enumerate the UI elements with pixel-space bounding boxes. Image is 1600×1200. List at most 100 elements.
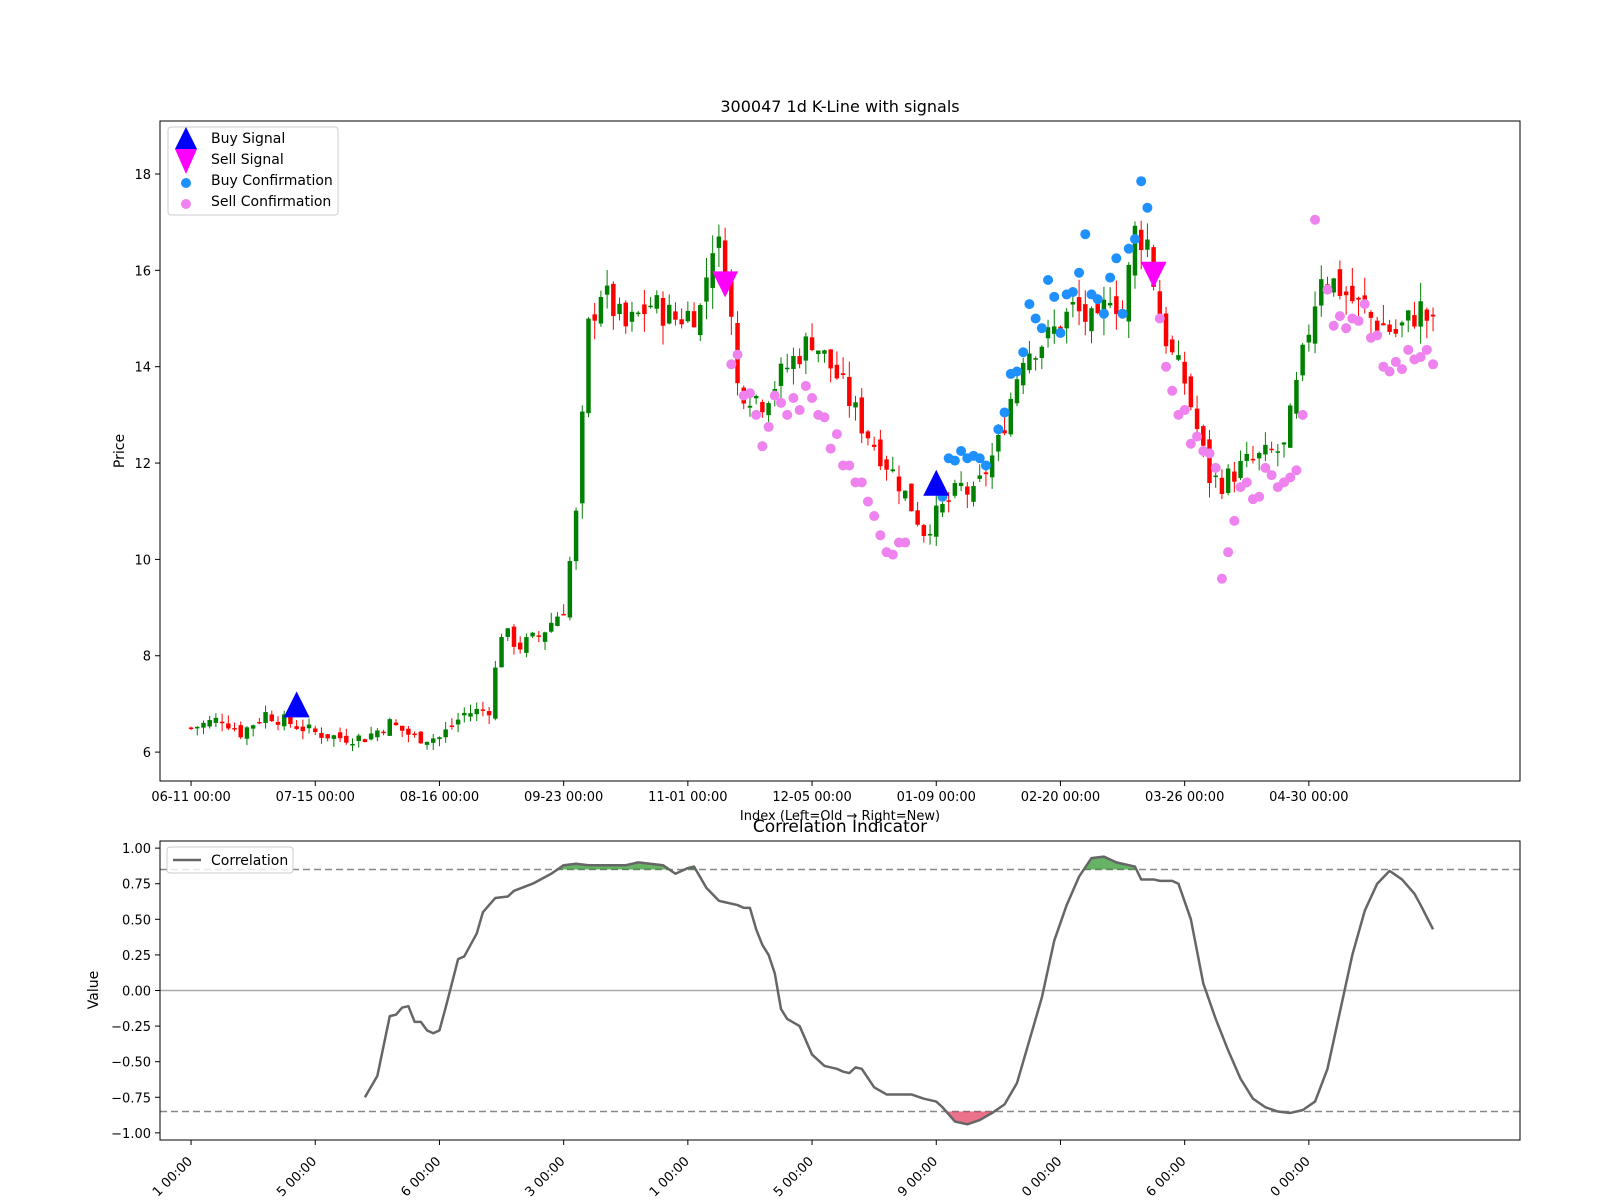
candle-body <box>1194 408 1200 430</box>
correlation-y-tick-label: 1.00 <box>122 842 151 857</box>
candle-body <box>884 459 889 470</box>
buy-confirmation-point <box>1049 291 1060 302</box>
candle-body <box>1294 379 1299 414</box>
candle-body <box>1399 322 1405 326</box>
buy-confirmation-point <box>1098 308 1109 319</box>
candle-body <box>499 637 504 668</box>
candle-body <box>1374 320 1380 331</box>
kline-y-tick-label: 12 <box>134 457 151 472</box>
candle-body <box>1027 353 1032 371</box>
sell-confirmation-point <box>1216 573 1227 584</box>
legend-buy-signal-label: Buy Signal <box>211 131 285 147</box>
correlation-y-tick-label: −0.25 <box>111 1020 151 1035</box>
correlation-y-axis: 1.00 0.75 0.50 0.25 0.00 −0.25 −0.50 −0.75 −1.00 <box>111 842 160 1142</box>
candle-body <box>909 483 914 512</box>
correlation-x-tick-label: 3 00:00 <box>523 1154 569 1200</box>
sell-confirmation-point <box>1421 344 1432 355</box>
candle-body <box>940 504 945 513</box>
kline-y-tick-label: 16 <box>134 264 151 279</box>
sell-confirmation-point <box>1229 515 1240 526</box>
candle-body <box>1418 301 1423 327</box>
candle-body <box>666 304 672 324</box>
sell-confirmation-point <box>807 393 818 404</box>
candle-body <box>1250 458 1256 461</box>
kline-y-tick-label: 10 <box>134 553 151 568</box>
sell-confirmation-point <box>1397 364 1408 375</box>
candle-body <box>1306 334 1312 343</box>
candle-body <box>455 719 461 725</box>
buy-confirmation-point <box>1055 327 1066 338</box>
candle-body <box>393 722 399 726</box>
candle-body <box>294 726 299 729</box>
candle-body <box>890 469 896 472</box>
correlation-y-tick-label: 0.00 <box>122 985 151 1000</box>
candle-body <box>387 719 393 736</box>
candle-body <box>660 298 666 326</box>
sell-confirmation-point <box>794 405 805 416</box>
candle-body <box>1387 324 1392 332</box>
sell-confirmation-point <box>1353 315 1364 326</box>
candle-body <box>1232 471 1237 482</box>
candle-body <box>542 632 548 642</box>
candle-body <box>1319 279 1324 306</box>
buy-confirmation-point <box>1123 243 1134 254</box>
candle-body <box>1300 344 1305 376</box>
legend-sell-confirmation-marker <box>181 199 191 209</box>
candle-body <box>511 626 517 647</box>
candle-body <box>244 727 250 739</box>
candle-body <box>1207 439 1212 484</box>
sell-confirmation-point <box>875 530 886 541</box>
candle-body <box>350 743 355 746</box>
correlation-y-tick-label: 0.50 <box>122 913 151 928</box>
candle-body <box>480 709 486 711</box>
correlation-x-tick-label: 6 00:00 <box>1144 1154 1190 1200</box>
sell-confirmation-point <box>1154 313 1165 324</box>
buy-signal-marker <box>283 691 310 718</box>
candle-body <box>642 304 647 315</box>
candle-body <box>679 319 684 325</box>
candle-body <box>1176 355 1181 360</box>
candle-body <box>1064 311 1069 329</box>
sell-confirmation-point <box>1241 477 1252 488</box>
sell-confirmation-point <box>1310 214 1321 225</box>
candle-body <box>753 396 759 399</box>
figure: 300047 1d K-Line with signals 6 8 10 12 14 16… <box>86 97 1521 1200</box>
buy-confirmation-point <box>1011 366 1022 377</box>
sell-confirmation-point <box>1384 366 1395 377</box>
candle-body <box>437 737 442 740</box>
candle-body <box>760 402 765 413</box>
candle-body <box>263 712 268 723</box>
correlation-x-tick-label: 0 00:00 <box>1019 1154 1065 1200</box>
candle-body <box>1170 339 1175 353</box>
candle-body <box>1114 296 1119 315</box>
correlation-x-tick-label: 0 00:00 <box>1268 1154 1314 1200</box>
candle-body <box>704 277 709 302</box>
candle-body <box>580 411 585 504</box>
candle-body <box>275 721 281 725</box>
candle-body <box>685 310 691 322</box>
candle-body <box>300 726 306 732</box>
buy-confirmation-point <box>1080 229 1091 240</box>
candle-body <box>1182 361 1187 384</box>
sell-confirmation-point <box>757 441 768 452</box>
kline-x-tick-label: 08-16 00:00 <box>400 790 479 805</box>
candle-body <box>983 472 989 475</box>
candle-body <box>586 318 591 414</box>
sell-confirmation-point <box>831 429 842 440</box>
candle-body <box>219 721 225 724</box>
candle-body <box>828 349 833 369</box>
candle-body <box>493 667 498 719</box>
candle-body <box>1070 302 1076 305</box>
candle-body <box>871 444 877 447</box>
candle-body <box>902 490 908 499</box>
candle-body <box>654 295 660 309</box>
buy-confirmation-point <box>1129 234 1140 245</box>
candle-body <box>834 364 840 379</box>
kline-x-tick-label: 11-01 00:00 <box>648 790 727 805</box>
correlation-x-tick-label: 5 00:00 <box>771 1154 817 1200</box>
sell-confirmation-point <box>1210 462 1221 473</box>
candle-body <box>1213 475 1218 478</box>
sell-confirmation-point <box>1192 431 1203 442</box>
sell-confirmation-point <box>862 496 873 507</box>
sell-confirmation-point <box>744 388 755 399</box>
